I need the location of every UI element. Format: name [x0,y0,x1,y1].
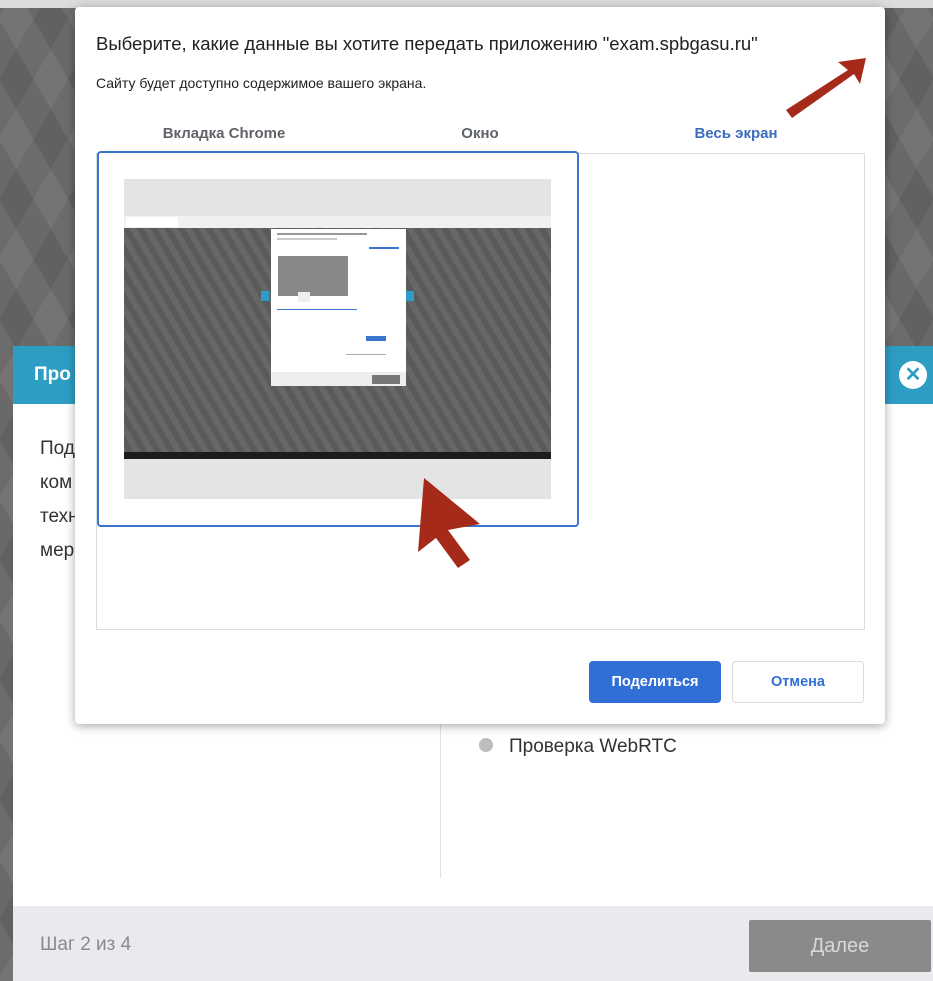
share-button[interactable]: Поделиться [589,661,721,703]
thumbnail-line [346,354,386,355]
thumbnail-line [277,238,337,240]
check-item-webrtc: Проверка WebRTC [479,736,677,758]
next-button[interactable]: Далее [749,920,931,972]
thumbnail-preview [278,256,348,302]
thumbnail-side-mark [406,291,414,301]
step-indicator: Шаг 2 из 4 [40,934,132,955]
thumbnail-footer [271,372,406,386]
status-dot-icon [479,737,493,752]
thumbnail-footer-button [372,375,400,384]
thumbnail-side-mark [261,291,269,301]
screen-thumbnail [124,179,551,499]
arrow-annotation-thumbnail-icon [418,478,480,568]
arrow-annotation-tab-icon [786,58,866,118]
screen-thumbnail-card[interactable] [97,151,579,527]
check-item-label: Проверка WebRTC [509,736,677,757]
cancel-button[interactable]: Отмена [732,661,864,703]
thumbnail-preview-inner [298,292,310,302]
exam-modal-title: Про [34,364,71,385]
thumbnail-browser-bar [124,216,551,228]
share-source-tabs: Вкладка Chrome Окно Весь экран [96,114,864,158]
thumbnail-line [277,233,367,235]
screen-share-dialog: Выберите, какие данные вы хотите передат… [75,7,885,724]
thumbnail-button [366,336,386,341]
thumbnail-screen-image [124,216,551,459]
thumbnail-line [369,247,399,249]
exam-modal-footer: Шаг 2 из 4 Далее [13,906,933,981]
dialog-subtitle: Сайту будет доступно содержимое вашего э… [96,75,427,91]
thumbnail-tab [126,217,178,227]
thumbnail-line [277,309,357,310]
close-icon[interactable]: ✕ [899,361,927,389]
dialog-title: Выберите, какие данные вы хотите передат… [96,33,758,54]
thumbnail-taskbar [124,452,551,459]
column-divider [440,706,441,878]
thumbnail-dialog [271,229,406,386]
